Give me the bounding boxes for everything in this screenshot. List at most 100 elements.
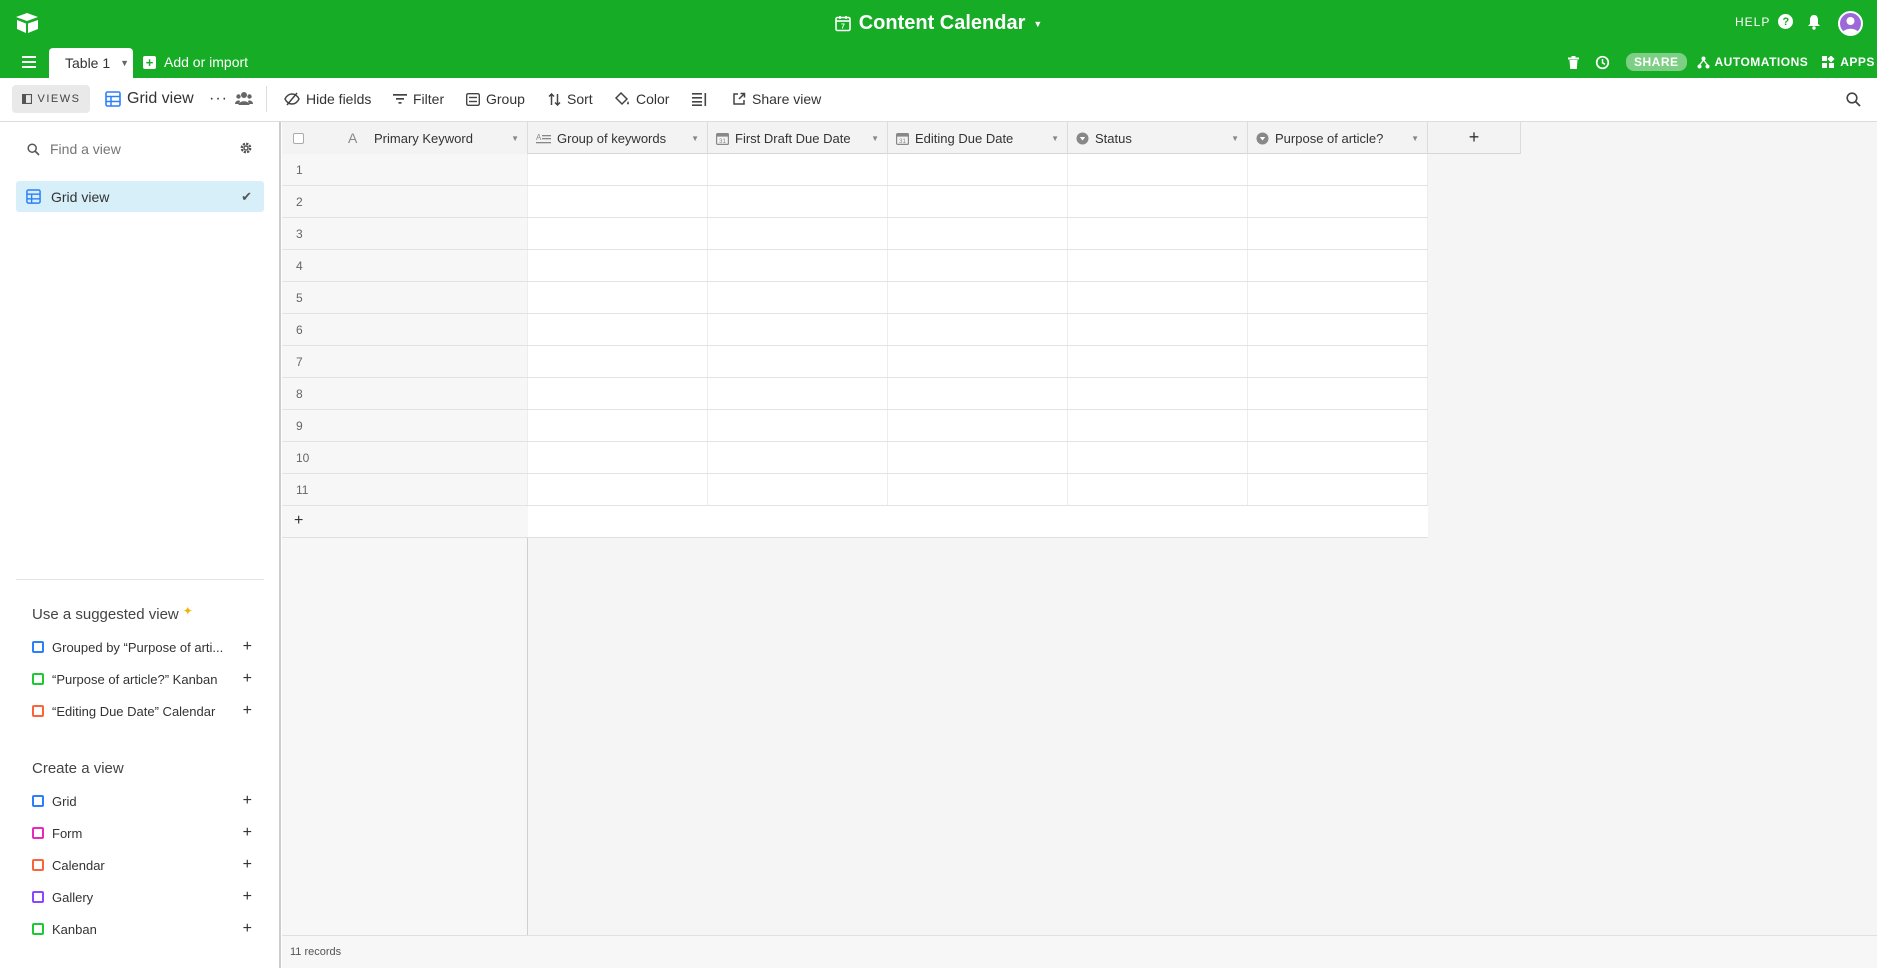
share-button[interactable]: SHARE [1626,53,1687,71]
table-cell[interactable] [708,282,888,313]
table-cell[interactable] [1248,378,1428,409]
plus-icon[interactable]: + [243,824,252,842]
table-cell[interactable] [1068,410,1248,441]
cell-primary-keyword[interactable] [282,442,528,473]
plus-icon[interactable]: + [243,920,252,938]
plus-icon[interactable]: + [243,638,252,656]
table-cell[interactable] [1248,154,1428,185]
chevron-down-icon[interactable]: ▼ [120,58,129,68]
column-header-group-of-keywords[interactable]: A Group of keywords ▼ [528,122,708,154]
table-cell[interactable] [888,474,1068,505]
sidebar-item-grid-view[interactable]: Grid view ✔ [16,181,264,212]
chevron-down-icon[interactable]: ▼ [691,134,699,143]
chevron-down-icon[interactable]: ▼ [1051,134,1059,143]
table-row[interactable]: 7 [282,346,1428,378]
plus-icon[interactable]: + [243,702,252,720]
group-button[interactable]: Group [466,91,525,107]
cell-primary-keyword[interactable] [282,314,528,345]
airtable-logo-icon[interactable] [14,12,44,36]
table-cell[interactable] [528,314,708,345]
share-view-button[interactable]: Share view [732,91,821,107]
cell-primary-keyword[interactable] [282,154,528,185]
table-cell[interactable] [708,250,888,281]
table-row[interactable]: 5 [282,282,1428,314]
sort-button[interactable]: Sort [548,91,593,107]
cell-primary-keyword[interactable] [282,218,528,249]
table-row[interactable]: 6 [282,314,1428,346]
notifications-bell-icon[interactable] [1807,14,1821,30]
table-cell[interactable] [528,442,708,473]
table-cell[interactable] [888,250,1068,281]
automations-button[interactable]: AUTOMATIONS [1697,55,1809,69]
help-button[interactable]: HELP ? [1735,14,1794,29]
find-view-input[interactable] [50,141,210,157]
table-cell[interactable] [888,410,1068,441]
select-all-checkbox[interactable] [293,132,304,144]
table-cell[interactable] [888,314,1068,345]
table-cell[interactable] [888,346,1068,377]
table-cell[interactable] [1248,218,1428,249]
row-height-icon[interactable] [692,93,707,106]
cell-primary-keyword[interactable] [282,474,528,505]
table-cell[interactable] [888,442,1068,473]
table-cell[interactable] [888,154,1068,185]
column-header-editing-due-date[interactable]: 31 Editing Due Date ▼ [888,122,1068,154]
table-cell[interactable] [528,282,708,313]
plus-icon[interactable]: + [243,670,252,688]
table-cell[interactable] [528,250,708,281]
table-cell[interactable] [1068,346,1248,377]
table-cell[interactable] [528,378,708,409]
column-header-purpose-of-article[interactable]: Purpose of article? ▼ [1248,122,1428,154]
table-cell[interactable] [708,218,888,249]
table-cell[interactable] [1068,474,1248,505]
table-cell[interactable] [1068,314,1248,345]
table-cell[interactable] [1068,186,1248,217]
table-cell[interactable] [708,314,888,345]
plus-icon[interactable]: + [243,856,252,874]
plus-icon[interactable]: + [243,888,252,906]
collaborators-icon[interactable] [235,91,253,105]
table-cell[interactable] [1248,314,1428,345]
table-cell[interactable] [888,378,1068,409]
search-icon[interactable] [1846,92,1861,107]
table-row[interactable]: 9 [282,410,1428,442]
hide-fields-button[interactable]: Hide fields [284,91,371,107]
table-row[interactable]: 10 [282,442,1428,474]
column-header-first-draft-due-date[interactable]: 31 First Draft Due Date ▼ [708,122,888,154]
suggested-view-kanban[interactable]: “Purpose of article?” Kanban + [32,668,252,690]
plus-icon[interactable]: + [243,792,252,810]
table-row[interactable]: 4 [282,250,1428,282]
cell-primary-keyword[interactable] [282,186,528,217]
table-cell[interactable] [1068,154,1248,185]
table-cell[interactable] [888,218,1068,249]
table-cell[interactable] [528,218,708,249]
table-cell[interactable] [528,474,708,505]
current-view-button[interactable]: Grid view [105,90,194,108]
table-cell[interactable] [1068,218,1248,249]
table-cell[interactable] [1068,282,1248,313]
create-view-gallery[interactable]: Gallery + [32,886,252,908]
table-cell[interactable] [528,186,708,217]
tab-table-1[interactable]: Table 1 ▼ [49,48,133,78]
user-avatar[interactable] [1838,11,1863,36]
suggested-view-calendar[interactable]: “Editing Due Date” Calendar + [32,700,252,722]
cell-primary-keyword[interactable] [282,282,528,313]
table-cell[interactable] [1248,186,1428,217]
table-cell[interactable] [1248,410,1428,441]
history-icon[interactable] [1595,55,1610,70]
table-cell[interactable] [1248,442,1428,473]
suggested-view-grouped[interactable]: Grouped by “Purpose of arti... + [32,636,252,658]
table-row[interactable]: 2 [282,186,1428,218]
table-cell[interactable] [1248,250,1428,281]
trash-icon[interactable] [1568,55,1579,69]
cell-primary-keyword[interactable] [282,410,528,441]
cell-primary-keyword[interactable] [282,378,528,409]
chevron-down-icon[interactable]: ▼ [1411,134,1419,143]
more-options-icon[interactable]: ··· [209,90,228,108]
table-cell[interactable] [1068,250,1248,281]
color-button[interactable]: Color [615,91,669,107]
table-row[interactable]: 3 [282,218,1428,250]
table-cell[interactable] [528,346,708,377]
table-cell[interactable] [708,186,888,217]
table-cell[interactable] [708,442,888,473]
